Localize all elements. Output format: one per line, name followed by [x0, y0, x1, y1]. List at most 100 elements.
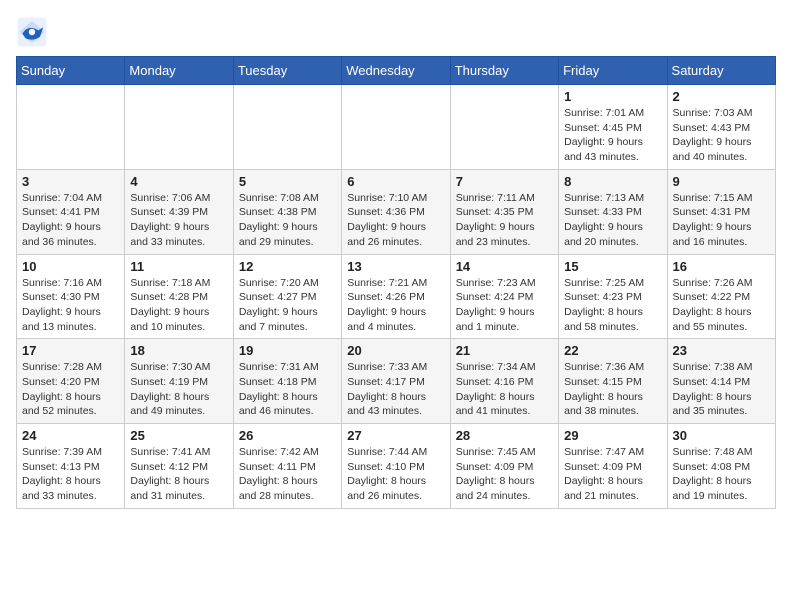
logo [16, 16, 52, 48]
day-number: 19 [239, 343, 336, 358]
calendar-cell [125, 85, 233, 170]
calendar-cell: 18Sunrise: 7:30 AM Sunset: 4:19 PM Dayli… [125, 339, 233, 424]
calendar-cell [17, 85, 125, 170]
calendar-cell: 2 Sunrise: 7:03 AM Sunset: 4:43 PM Daylig… [667, 85, 775, 170]
calendar-cell: 15 Sunrise: 7:25 AM Sunset: 4:23 PM Dayli… [559, 254, 667, 339]
day-number: 13 [347, 259, 444, 274]
day-number: 17 [22, 343, 119, 358]
day-number: 20 [347, 343, 444, 358]
day-number: 3 [22, 174, 119, 189]
day-number: 28 [456, 428, 553, 443]
day-info: Sunrise: 7:45 AM Sunset: 4:09 PM Dayligh… [456, 445, 553, 504]
calendar-cell: 6 Sunrise: 7:10 AM Sunset: 4:36 PM Daylig… [342, 169, 450, 254]
day-info: Sunrise: 7:39 AM Sunset: 4:13 PM Dayligh… [22, 445, 119, 504]
calendar-cell: 4Sunrise: 7:06 AM Sunset: 4:39 PM Daylig… [125, 169, 233, 254]
day-info: Sunrise: 7:15 AM Sunset: 4:31 PM Dayligh… [673, 191, 770, 250]
col-header-wednesday: Wednesday [342, 57, 450, 85]
day-number: 2 [673, 89, 770, 104]
day-number: 30 [673, 428, 770, 443]
logo-icon [16, 16, 48, 48]
calendar-cell: 30 Sunrise: 7:48 AM Sunset: 4:08 PM Dayli… [667, 424, 775, 509]
day-number: 25 [130, 428, 227, 443]
calendar-table: SundayMondayTuesdayWednesdayThursdayFrid… [16, 56, 776, 509]
day-info: Sunrise: 7:21 AM Sunset: 4:26 PM Dayligh… [347, 276, 444, 335]
day-info: Sunrise: 7:08 AM Sunset: 4:38 PM Dayligh… [239, 191, 336, 250]
day-number: 27 [347, 428, 444, 443]
week-row-2: 3Sunrise: 7:04 AM Sunset: 4:41 PM Daylig… [17, 169, 776, 254]
day-number: 24 [22, 428, 119, 443]
day-number: 7 [456, 174, 553, 189]
calendar-cell: 3Sunrise: 7:04 AM Sunset: 4:41 PM Daylig… [17, 169, 125, 254]
calendar-cell: 19 Sunrise: 7:31 AM Sunset: 4:18 PM Dayli… [233, 339, 341, 424]
day-info: Sunrise: 7:38 AM Sunset: 4:14 PM Dayligh… [673, 360, 770, 419]
day-number: 18 [130, 343, 227, 358]
day-info: Sunrise: 7:03 AM Sunset: 4:43 PM Dayligh… [673, 106, 770, 165]
day-info: Sunrise: 7:18 AM Sunset: 4:28 PM Dayligh… [130, 276, 227, 335]
day-info: Sunrise: 7:10 AM Sunset: 4:36 PM Dayligh… [347, 191, 444, 250]
calendar-cell: 9 Sunrise: 7:15 AM Sunset: 4:31 PM Daylig… [667, 169, 775, 254]
header [16, 16, 776, 48]
calendar-cell: 17 Sunrise: 7:28 AM Sunset: 4:20 PM Dayli… [17, 339, 125, 424]
calendar-cell: 1 Sunrise: 7:01 AM Sunset: 4:45 PM Daylig… [559, 85, 667, 170]
day-info: Sunrise: 7:13 AM Sunset: 4:33 PM Dayligh… [564, 191, 661, 250]
day-info: Sunrise: 7:31 AM Sunset: 4:18 PM Dayligh… [239, 360, 336, 419]
day-info: Sunrise: 7:01 AM Sunset: 4:45 PM Dayligh… [564, 106, 661, 165]
day-info: Sunrise: 7:16 AM Sunset: 4:30 PM Dayligh… [22, 276, 119, 335]
day-number: 29 [564, 428, 661, 443]
col-header-thursday: Thursday [450, 57, 558, 85]
col-header-monday: Monday [125, 57, 233, 85]
calendar-cell [342, 85, 450, 170]
day-number: 26 [239, 428, 336, 443]
day-number: 11 [130, 259, 227, 274]
col-header-tuesday: Tuesday [233, 57, 341, 85]
day-number: 6 [347, 174, 444, 189]
calendar-cell [450, 85, 558, 170]
day-number: 12 [239, 259, 336, 274]
day-info: Sunrise: 7:41 AM Sunset: 4:12 PM Dayligh… [130, 445, 227, 504]
day-info: Sunrise: 7:25 AM Sunset: 4:23 PM Dayligh… [564, 276, 661, 335]
calendar-cell: 12 Sunrise: 7:20 AM Sunset: 4:27 PM Dayli… [233, 254, 341, 339]
calendar-cell: 24 Sunrise: 7:39 AM Sunset: 4:13 PM Dayli… [17, 424, 125, 509]
day-number: 14 [456, 259, 553, 274]
calendar-cell [233, 85, 341, 170]
day-info: Sunrise: 7:23 AM Sunset: 4:24 PM Dayligh… [456, 276, 553, 335]
day-info: Sunrise: 7:48 AM Sunset: 4:08 PM Dayligh… [673, 445, 770, 504]
day-number: 16 [673, 259, 770, 274]
day-info: Sunrise: 7:06 AM Sunset: 4:39 PM Dayligh… [130, 191, 227, 250]
day-info: Sunrise: 7:20 AM Sunset: 4:27 PM Dayligh… [239, 276, 336, 335]
day-number: 15 [564, 259, 661, 274]
calendar-cell: 23 Sunrise: 7:38 AM Sunset: 4:14 PM Dayli… [667, 339, 775, 424]
calendar-cell: 5Sunrise: 7:08 AM Sunset: 4:38 PM Daylig… [233, 169, 341, 254]
week-row-4: 17 Sunrise: 7:28 AM Sunset: 4:20 PM Dayli… [17, 339, 776, 424]
week-row-1: 1 Sunrise: 7:01 AM Sunset: 4:45 PM Daylig… [17, 85, 776, 170]
day-info: Sunrise: 7:28 AM Sunset: 4:20 PM Dayligh… [22, 360, 119, 419]
day-number: 10 [22, 259, 119, 274]
day-number: 9 [673, 174, 770, 189]
calendar-cell: 7 Sunrise: 7:11 AM Sunset: 4:35 PM Daylig… [450, 169, 558, 254]
calendar-cell: 8 Sunrise: 7:13 AM Sunset: 4:33 PM Daylig… [559, 169, 667, 254]
week-row-3: 10 Sunrise: 7:16 AM Sunset: 4:30 PM Dayli… [17, 254, 776, 339]
calendar-cell: 14 Sunrise: 7:23 AM Sunset: 4:24 PM Dayli… [450, 254, 558, 339]
day-info: Sunrise: 7:34 AM Sunset: 4:16 PM Dayligh… [456, 360, 553, 419]
day-info: Sunrise: 7:36 AM Sunset: 4:15 PM Dayligh… [564, 360, 661, 419]
day-info: Sunrise: 7:11 AM Sunset: 4:35 PM Dayligh… [456, 191, 553, 250]
day-info: Sunrise: 7:42 AM Sunset: 4:11 PM Dayligh… [239, 445, 336, 504]
day-info: Sunrise: 7:26 AM Sunset: 4:22 PM Dayligh… [673, 276, 770, 335]
col-header-friday: Friday [559, 57, 667, 85]
day-number: 8 [564, 174, 661, 189]
col-header-sunday: Sunday [17, 57, 125, 85]
day-number: 23 [673, 343, 770, 358]
week-row-5: 24 Sunrise: 7:39 AM Sunset: 4:13 PM Dayli… [17, 424, 776, 509]
day-info: Sunrise: 7:44 AM Sunset: 4:10 PM Dayligh… [347, 445, 444, 504]
calendar-cell: 13 Sunrise: 7:21 AM Sunset: 4:26 PM Dayli… [342, 254, 450, 339]
calendar-cell: 25 Sunrise: 7:41 AM Sunset: 4:12 PM Dayli… [125, 424, 233, 509]
calendar-cell: 27 Sunrise: 7:44 AM Sunset: 4:10 PM Dayli… [342, 424, 450, 509]
calendar-cell: 29 Sunrise: 7:47 AM Sunset: 4:09 PM Dayli… [559, 424, 667, 509]
calendar-cell: 20Sunrise: 7:33 AM Sunset: 4:17 PM Dayli… [342, 339, 450, 424]
day-number: 22 [564, 343, 661, 358]
calendar-cell: 26 Sunrise: 7:42 AM Sunset: 4:11 PM Dayli… [233, 424, 341, 509]
day-info: Sunrise: 7:47 AM Sunset: 4:09 PM Dayligh… [564, 445, 661, 504]
day-number: 1 [564, 89, 661, 104]
header-row: SundayMondayTuesdayWednesdayThursdayFrid… [17, 57, 776, 85]
calendar-cell: 16 Sunrise: 7:26 AM Sunset: 4:22 PM Dayli… [667, 254, 775, 339]
